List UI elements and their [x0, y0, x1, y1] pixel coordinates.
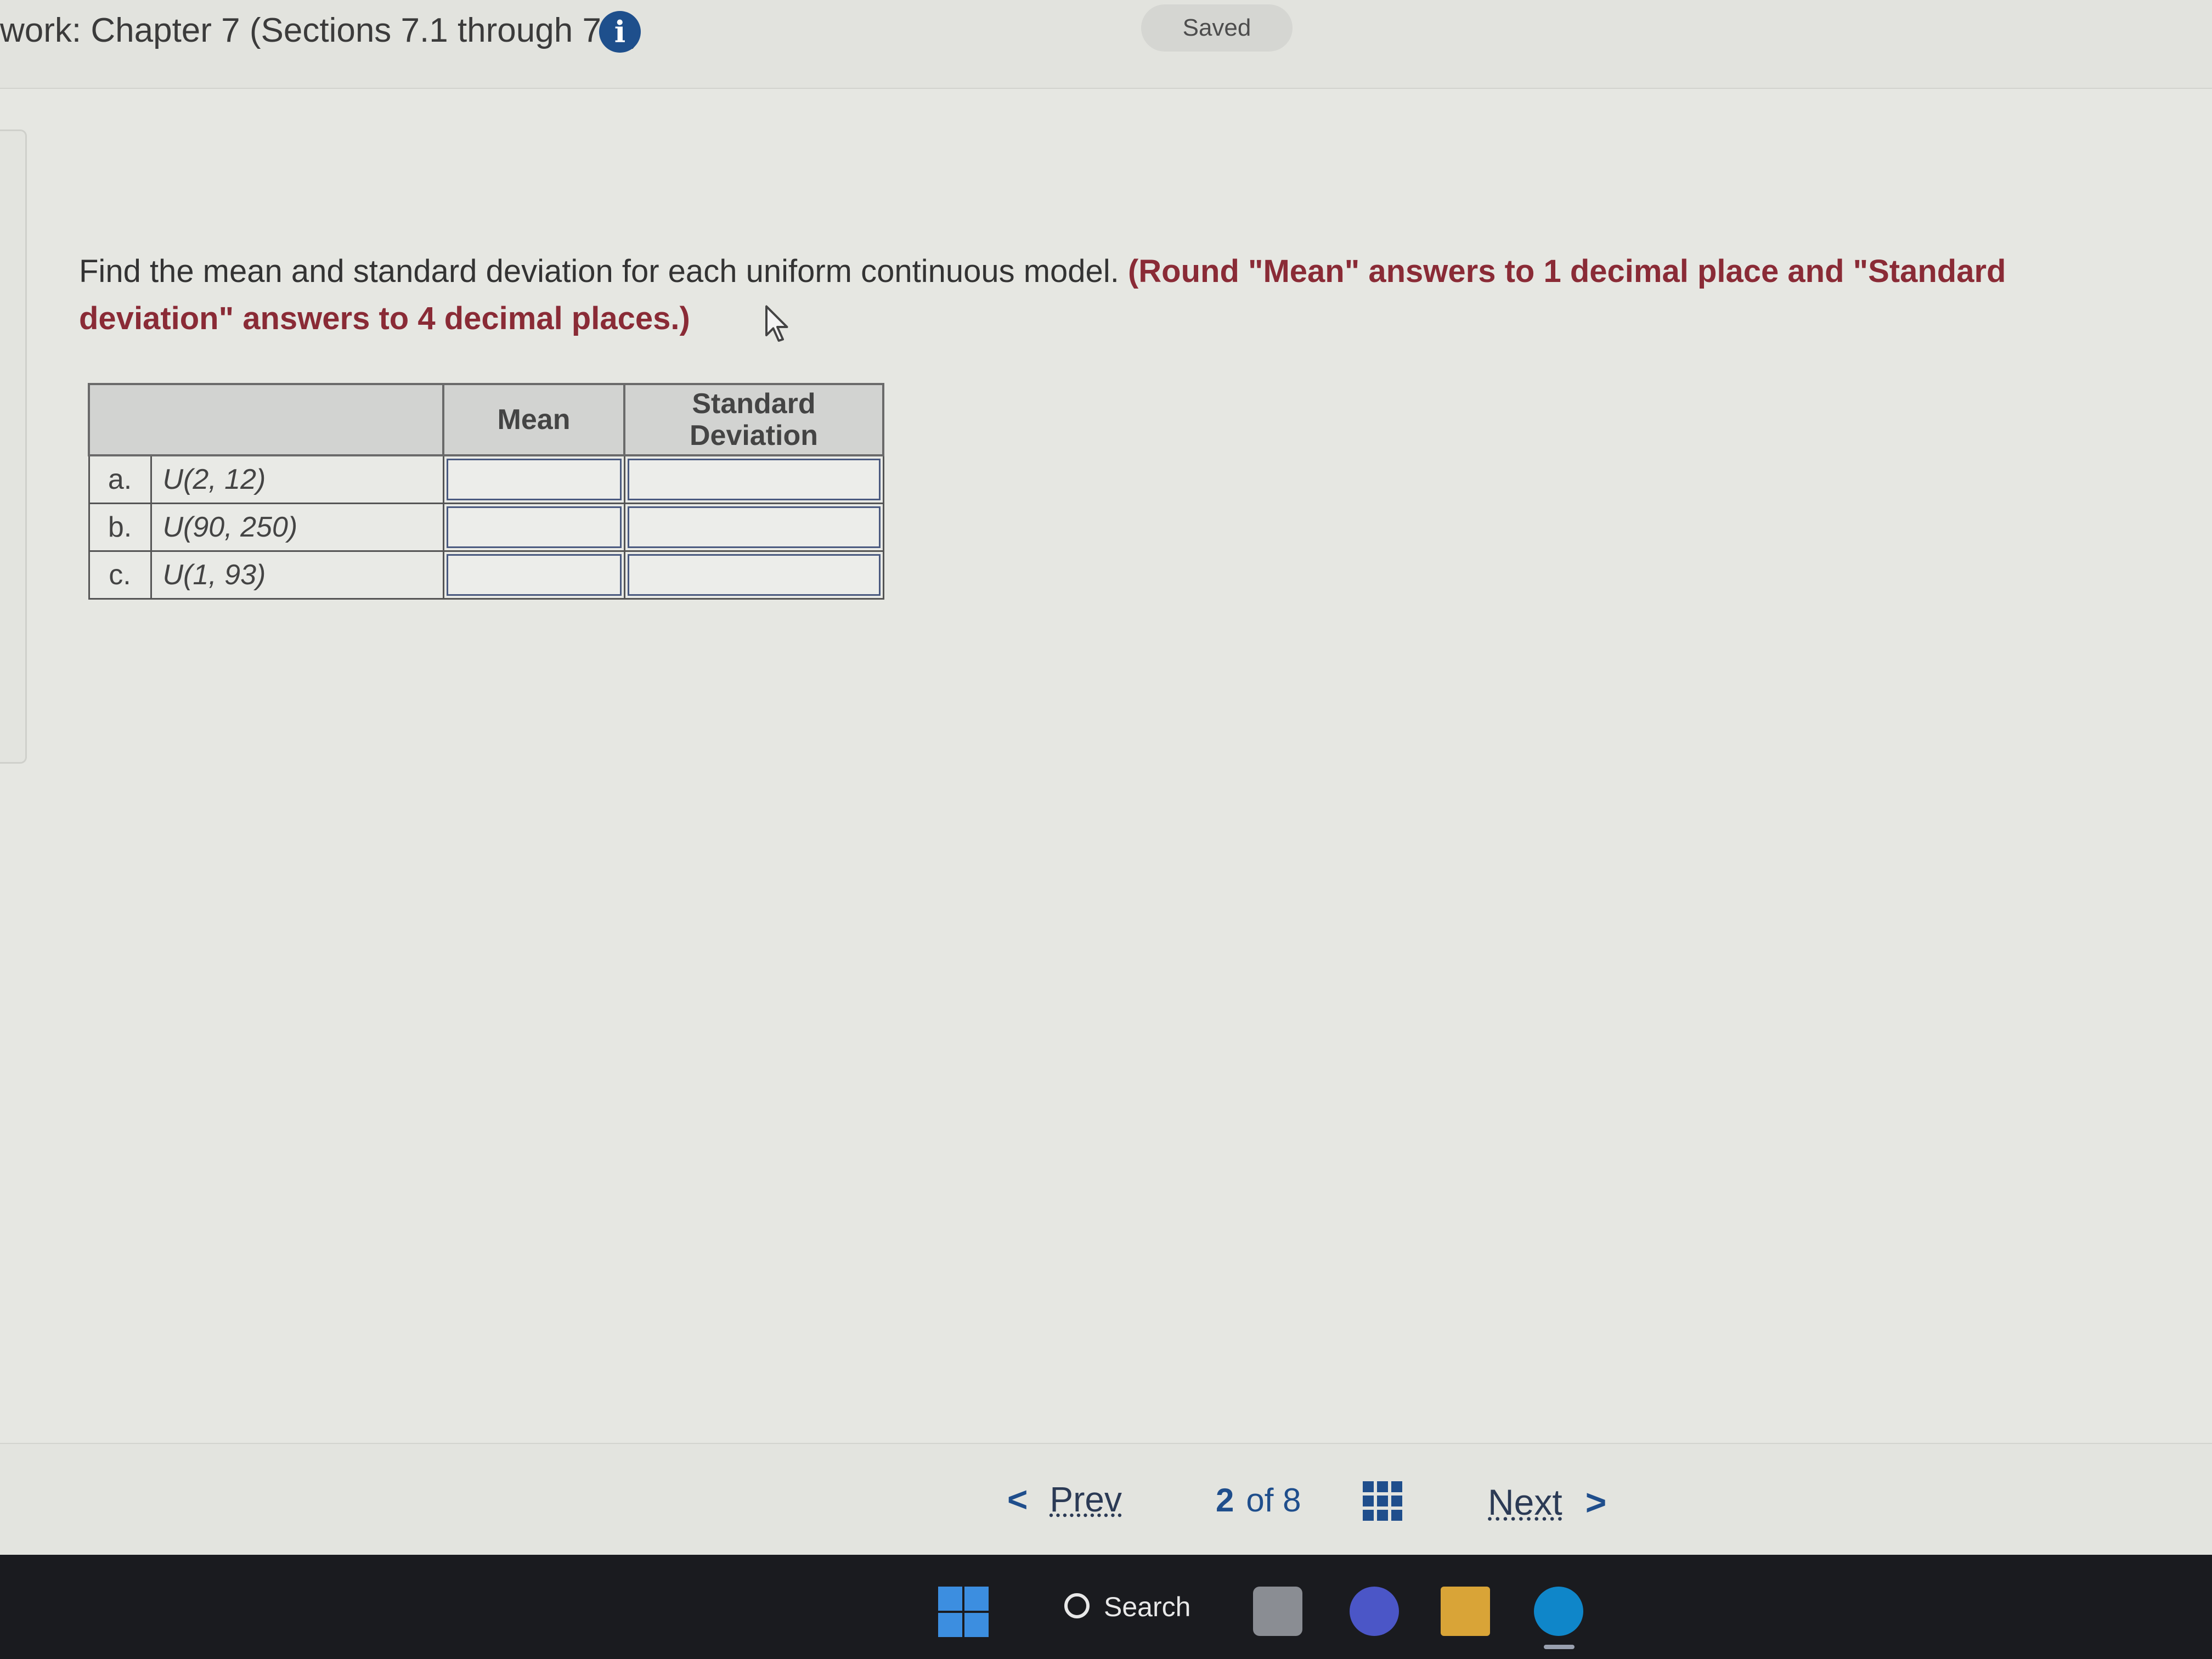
chevron-left-icon: < [1007, 1480, 1028, 1519]
question-prompt: Find the mean and standard deviation for… [79, 248, 2087, 342]
edge-browser-icon[interactable] [1534, 1587, 1583, 1636]
grid-icon[interactable] [1363, 1481, 1402, 1521]
uniform-model: U(2, 12) [150, 454, 444, 504]
folder-app-icon[interactable] [1441, 1587, 1490, 1636]
page-indicator: 2 of 8 [1216, 1481, 1301, 1519]
next-button[interactable]: Next > [1488, 1481, 1606, 1523]
prev-label: Prev [1049, 1480, 1122, 1519]
assignment-title: work: Chapter 7 (Sections 7.1 through 7.… [0, 12, 641, 49]
question-text: Find the mean and standard deviation for… [79, 253, 1119, 289]
assignment-header: work: Chapter 7 (Sections 7.1 through 7.… [0, 0, 2212, 89]
search-icon [1064, 1593, 1090, 1618]
sd-cell [623, 454, 884, 504]
mouse-cursor-icon [765, 305, 788, 342]
table-row: c. U(1, 93) [88, 550, 884, 600]
taskbar-search-label: Search [1104, 1592, 1191, 1622]
header-standard-deviation: Standard Deviation [623, 383, 884, 456]
sd-cell [623, 550, 884, 600]
file-explorer-app-icon[interactable] [1253, 1587, 1302, 1636]
row-label: c. [88, 550, 152, 600]
mean-cell [442, 454, 625, 504]
total-pages: 8 [1283, 1482, 1301, 1519]
prev-button[interactable]: < Prev [1007, 1479, 1122, 1520]
mean-input-a[interactable] [446, 459, 622, 500]
of-label: of [1246, 1482, 1274, 1519]
active-app-indicator [1544, 1645, 1575, 1649]
sd-input-b[interactable] [627, 506, 881, 548]
chevron-right-icon: > [1585, 1482, 1607, 1522]
table-header-row: Mean Standard Deviation [88, 383, 884, 456]
row-label: b. [88, 503, 152, 552]
info-icon[interactable]: i [599, 11, 641, 53]
uniform-model: U(90, 250) [150, 503, 444, 552]
sd-input-c[interactable] [627, 554, 881, 596]
answer-table: Mean Standard Deviation a. U(2, 12) b. U… [88, 383, 884, 600]
taskbar-search-button[interactable]: Search [1064, 1591, 1190, 1623]
header-mean: Mean [442, 383, 625, 456]
windows-start-icon[interactable] [938, 1587, 989, 1637]
header-blank-cell [88, 383, 444, 456]
next-label: Next [1488, 1482, 1562, 1522]
mean-input-b[interactable] [446, 506, 622, 548]
mean-input-c[interactable] [446, 554, 622, 596]
left-side-panel-edge [0, 129, 27, 764]
sd-cell [623, 503, 884, 552]
table-row: a. U(2, 12) [88, 454, 884, 504]
uniform-model: U(1, 93) [150, 550, 444, 600]
sd-input-a[interactable] [627, 459, 881, 500]
mean-cell [442, 550, 625, 600]
table-row: b. U(90, 250) [88, 503, 884, 552]
saved-status-badge: Saved [1141, 4, 1293, 52]
row-label: a. [88, 454, 152, 504]
current-page: 2 [1216, 1482, 1234, 1519]
video-call-app-icon[interactable] [1350, 1587, 1399, 1636]
mean-cell [442, 503, 625, 552]
